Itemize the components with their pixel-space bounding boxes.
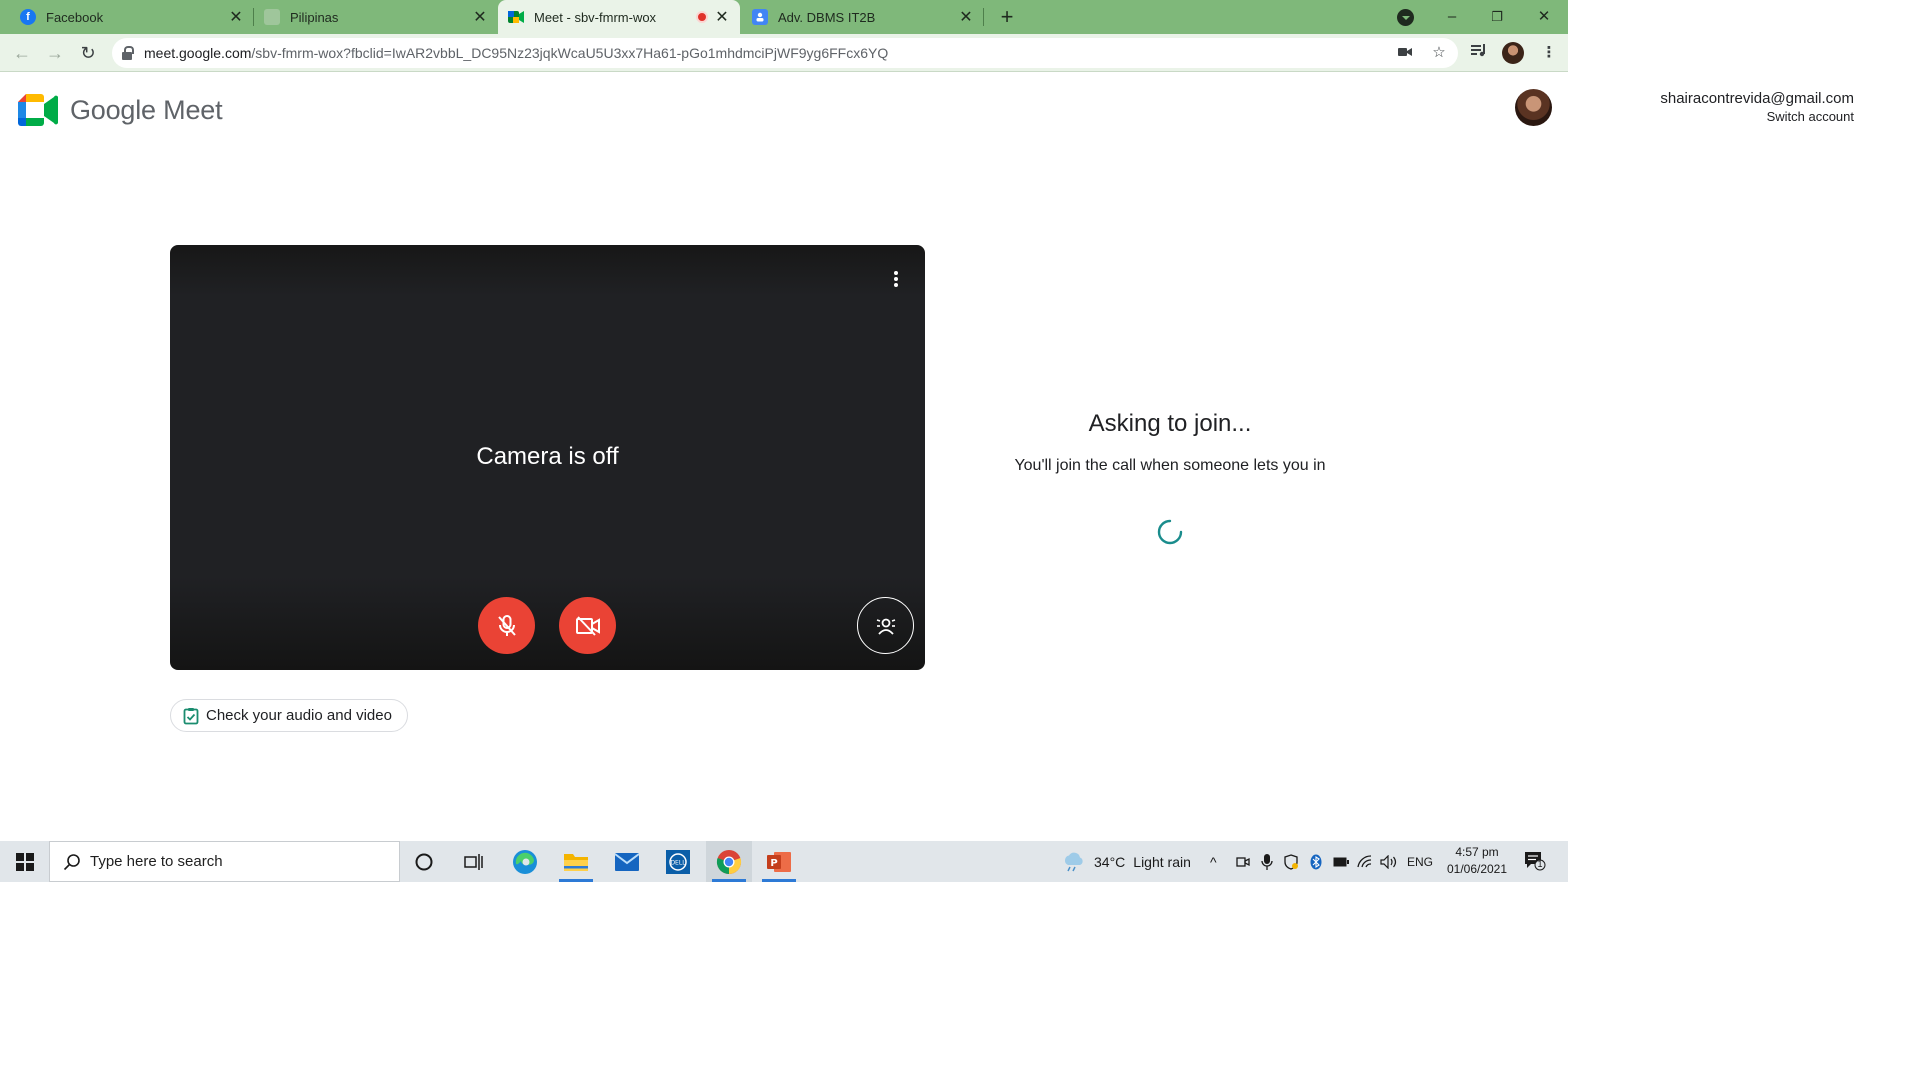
app-running-indicator (712, 879, 746, 882)
camera-status-text: Camera is off (476, 443, 619, 470)
battery-icon[interactable] (1333, 841, 1349, 882)
input-language[interactable]: ENG (1407, 841, 1433, 882)
system-clock[interactable]: 4:57 pm 01/06/2021 (1440, 844, 1514, 878)
notification-center-icon[interactable]: 1 (1524, 851, 1546, 871)
forward-icon[interactable]: → (42, 40, 68, 66)
close-window-icon[interactable]: ✕ (1529, 4, 1559, 30)
url-path: /sbv-fmrm-wox?fbclid=IwAR2vbbL_DC95Nz23j… (251, 45, 889, 61)
brand-name: Google Meet (70, 94, 223, 125)
account-avatar[interactable] (1515, 89, 1552, 126)
media-control-icon[interactable] (1468, 42, 1490, 64)
google-meet-icon (508, 9, 524, 25)
security-shield-icon[interactable] (1283, 841, 1299, 882)
visual-effects-button[interactable] (857, 597, 914, 654)
file-explorer-icon[interactable] (553, 841, 599, 882)
chrome-icon[interactable] (706, 841, 752, 882)
restore-icon[interactable]: ❐ (1482, 4, 1512, 30)
video-preview: Camera is off (170, 245, 925, 670)
join-status-panel: Asking to join... You'll join the call w… (1010, 410, 1330, 478)
url-host: meet.google.com (144, 45, 252, 61)
tab-adv-dbms[interactable]: Adv. DBMS IT2B ✕ (740, 0, 984, 34)
camera-in-use-icon[interactable] (1396, 45, 1414, 61)
close-tab-icon[interactable]: ✕ (958, 9, 974, 26)
close-tab-icon[interactable]: ✕ (714, 9, 730, 26)
weather-temperature: 34°C (1094, 853, 1126, 870)
close-tab-icon[interactable]: ✕ (228, 9, 244, 26)
meet-now-icon[interactable] (1236, 841, 1250, 882)
windows-start-icon[interactable] (16, 853, 34, 871)
more-options-icon[interactable] (886, 269, 906, 291)
visual-effects-icon (876, 618, 895, 635)
account-email: shairacontrevida@gmail.com (1660, 90, 1854, 107)
microphone-in-use-icon[interactable] (1261, 841, 1273, 882)
svg-text:DELL: DELL (670, 859, 686, 866)
join-message: You'll join the call when someone lets y… (1014, 457, 1326, 474)
app-running-indicator (762, 879, 796, 882)
chrome-menu-icon[interactable]: ⋮ (1538, 42, 1560, 64)
app-running-indicator (559, 879, 593, 882)
minimize-icon[interactable]: – (1437, 4, 1467, 30)
check-audio-video-button[interactable]: Check your audio and video (170, 699, 408, 732)
google-classroom-icon (752, 9, 768, 25)
switch-account-link[interactable]: Switch account (1660, 109, 1854, 124)
bluetooth-icon[interactable] (1310, 841, 1322, 882)
profile-avatar[interactable] (1502, 42, 1524, 64)
tab-facebook[interactable]: f Facebook ✕ (0, 0, 254, 34)
mail-icon[interactable] (604, 841, 650, 882)
page-icon (264, 9, 280, 25)
camera-off-icon (575, 615, 600, 636)
search-placeholder: Type here to search (90, 853, 223, 870)
camera-toggle-button[interactable] (559, 597, 616, 654)
tab-title: Pilipinas (290, 9, 339, 25)
tab-title: Adv. DBMS IT2B (778, 9, 876, 25)
tab-search-icon[interactable] (1397, 9, 1414, 26)
bookmark-star-icon[interactable]: ☆ (1430, 45, 1448, 61)
tab-google-meet[interactable]: Meet - sbv-fmrm-wox ✕ (498, 0, 740, 34)
tab-separator (983, 8, 984, 26)
search-icon (63, 854, 80, 871)
show-hidden-icons-icon[interactable]: ^ (1210, 841, 1217, 882)
taskbar-search-box[interactable]: Type here to search (49, 841, 400, 882)
loading-spinner-icon (1157, 519, 1183, 545)
cortana-icon[interactable] (401, 841, 447, 882)
volume-icon[interactable] (1380, 841, 1398, 882)
powerpoint-icon[interactable]: P (756, 841, 802, 882)
mic-off-icon (497, 614, 516, 636)
back-icon[interactable]: ← (9, 40, 35, 66)
clock-time: 4:57 pm (1455, 845, 1499, 859)
close-tab-icon[interactable]: ✕ (472, 9, 488, 26)
clipboard-check-icon (183, 707, 199, 725)
facebook-icon: f (20, 9, 36, 25)
tab-title: Facebook (46, 9, 104, 25)
browser-tab-strip: f Facebook ✕ Pilipinas ✕ Meet - sbv-fmrm… (0, 0, 1568, 34)
tab-pilipinas[interactable]: Pilipinas ✕ (254, 0, 498, 34)
windows-taskbar: Type here to search DELL P 34°C Light ra… (0, 841, 1568, 882)
check-audio-video-label: Check your audio and video (206, 707, 392, 724)
weather-widget[interactable]: 34°C Light rain (1062, 841, 1191, 882)
dell-icon[interactable]: DELL (655, 841, 701, 882)
edge-icon[interactable] (502, 841, 548, 882)
lock-icon[interactable] (122, 46, 134, 60)
join-heading: Asking to join... (1088, 410, 1252, 437)
notification-count-badge: 1 (1537, 859, 1543, 869)
recording-indicator-icon (696, 11, 708, 23)
task-view-icon[interactable] (451, 841, 497, 882)
google-meet-logo[interactable]: Google Meet (18, 94, 223, 126)
tab-title: Meet - sbv-fmrm-wox (534, 9, 657, 25)
weather-description: Light rain (1133, 853, 1191, 870)
new-tab-button[interactable]: + (994, 5, 1020, 29)
reload-icon[interactable]: ↻ (75, 40, 101, 66)
address-bar[interactable]: meet.google.com/sbv-fmrm-wox?fbclid=IwAR… (112, 38, 1458, 68)
rain-cloud-icon (1064, 852, 1083, 871)
account-info: shairacontrevida@gmail.com Switch accoun… (1660, 90, 1854, 124)
svg-text:P: P (770, 858, 777, 869)
microphone-toggle-button[interactable] (478, 597, 535, 654)
wifi-icon[interactable] (1357, 841, 1375, 882)
clock-date: 01/06/2021 (1446, 862, 1508, 876)
google-meet-icon (18, 94, 59, 126)
browser-toolbar: ← → ↻ meet.google.com/sbv-fmrm-wox?fbcli… (0, 34, 1568, 72)
